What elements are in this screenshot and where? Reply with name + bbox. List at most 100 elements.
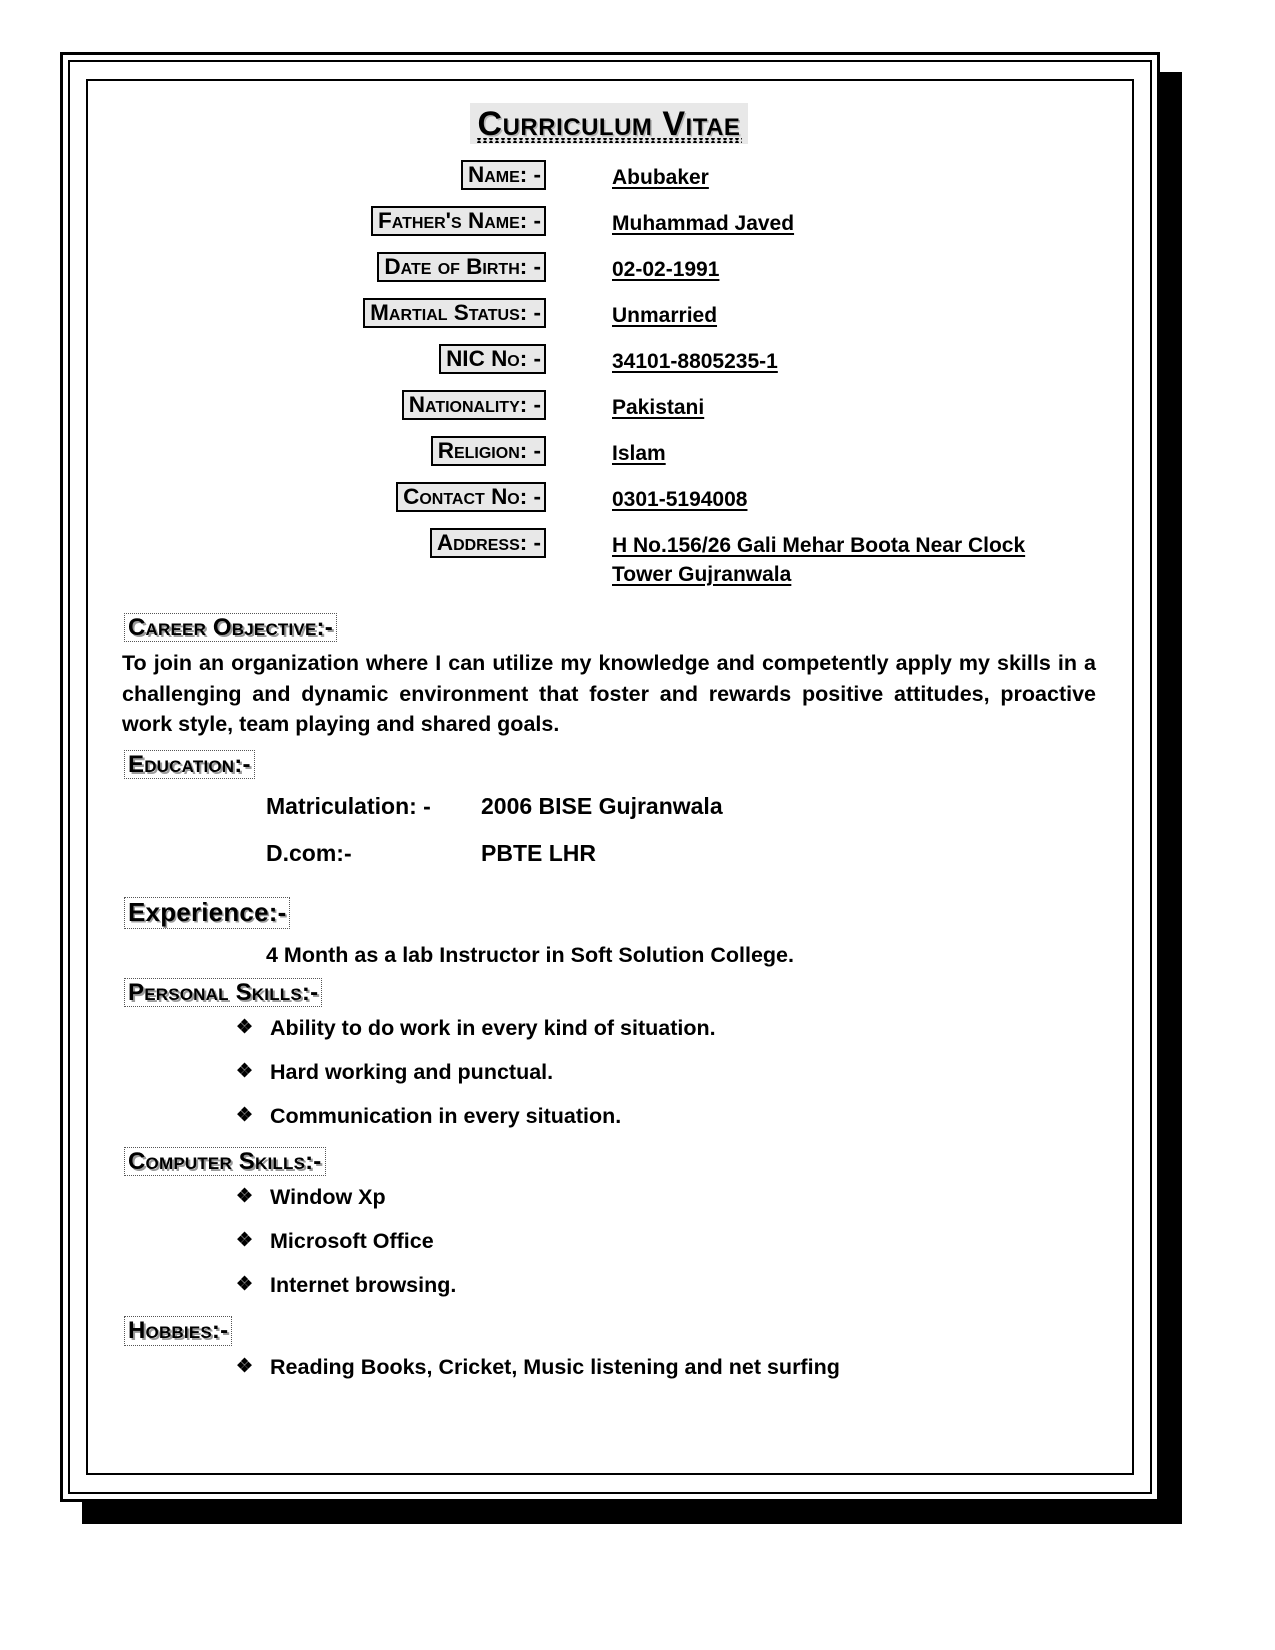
- info-label-cell: Address: -: [116, 527, 546, 603]
- table-row: Name: - Abubaker: [116, 160, 1102, 206]
- experience-detail: 4 Month as a lab Instructor in Soft Solu…: [266, 942, 794, 967]
- list-item: ❖ Hard working and punctual.: [236, 1059, 1102, 1087]
- list-item: ❖ Window Xp: [236, 1184, 1102, 1212]
- personal-skills-heading-row: Personal Skills:-: [124, 977, 1102, 1008]
- diamond-bullet-icon: ❖: [236, 1355, 254, 1377]
- education-heading-row: Education:-: [124, 749, 1102, 780]
- info-value-cell: 0301-5194008: [546, 482, 1102, 528]
- page-shadow-right: [1160, 72, 1182, 1524]
- education-degree: Matriculation: -: [266, 793, 431, 820]
- info-value-cell: Abubaker: [546, 160, 1102, 206]
- title-container: Curriculum Vitae: [116, 103, 1102, 145]
- info-value-cell: Unmarried: [546, 298, 1102, 344]
- table-row: Father's Name: - Muhammad Javed: [116, 206, 1102, 252]
- value-date-of-birth: 02-02-1991: [612, 258, 720, 282]
- label-martial-status: Martial Status: -: [363, 297, 546, 329]
- value-address: H No.156/26 Gali Mehar Boota Near Clock T…: [612, 532, 1102, 590]
- info-value-cell: Islam: [546, 436, 1102, 482]
- table-row: D.com:- PBTE LHR: [266, 840, 723, 887]
- section-heading-career-objective: Career Objective:-: [124, 612, 337, 643]
- label-nic-no: NIC No: -: [439, 343, 546, 375]
- section-heading-experience: Experience:-: [124, 897, 291, 929]
- hobbies-list: ❖ Reading Books, Cricket, Music listenin…: [116, 1354, 1102, 1382]
- diamond-bullet-icon: ❖: [236, 1274, 254, 1296]
- address-line-2: Tower Gujranwala: [612, 562, 792, 586]
- education-degree: D.com:-: [266, 840, 352, 867]
- list-item: ❖ Internet browsing.: [236, 1272, 1102, 1300]
- personal-skill-text: Ability to do work in every kind of situ…: [270, 1016, 716, 1041]
- label-nationality: Nationality: -: [401, 389, 546, 421]
- personal-skill-text: Communication in every situation.: [270, 1104, 622, 1129]
- diamond-bullet-icon: ❖: [236, 1105, 254, 1127]
- value-religion: Islam: [612, 441, 666, 465]
- list-item: ❖ Communication in every situation.: [236, 1103, 1102, 1131]
- table-row: Matriculation: - 2006 BISE Gujranwala: [266, 793, 723, 840]
- value-nationality: Pakistani: [612, 395, 705, 419]
- info-label-cell: Contact No: -: [116, 481, 546, 528]
- personal-skills-list: ❖ Ability to do work in every kind of si…: [116, 1015, 1102, 1131]
- diamond-bullet-icon: ❖: [236, 1186, 254, 1208]
- wavy-underline-decoration: [475, 138, 743, 144]
- list-item: ❖ Reading Books, Cricket, Music listenin…: [236, 1354, 1102, 1382]
- page-title: Curriculum Vitae: [469, 103, 749, 145]
- computer-skills-list: ❖ Window Xp ❖ Microsoft Office ❖ Interne…: [116, 1184, 1102, 1300]
- info-value-cell: 02-02-1991: [546, 252, 1102, 298]
- computer-skill-text: Microsoft Office: [270, 1229, 434, 1254]
- computer-skill-text: Window Xp: [270, 1185, 386, 1210]
- value-fathers-name: Muhammad Javed: [612, 212, 795, 236]
- info-value-cell: 34101-8805235-1: [546, 344, 1102, 390]
- info-label-cell: NIC No: -: [116, 343, 546, 390]
- education-table: Matriculation: - 2006 BISE Gujranwala D.…: [266, 793, 723, 887]
- label-religion: Religion: -: [430, 435, 546, 467]
- info-value-cell: Pakistani: [546, 390, 1102, 436]
- table-row: Religion: - Islam: [116, 435, 1102, 482]
- info-label-cell: Date of Birth: -: [116, 252, 546, 298]
- list-item: ❖ Microsoft Office: [236, 1228, 1102, 1256]
- label-name: Name: -: [460, 160, 546, 191]
- computer-skills-heading-row: Computer Skills:-: [124, 1146, 1102, 1177]
- section-heading-education: Education:-: [124, 749, 255, 780]
- info-value-cell: H No.156/26 Gali Mehar Boota Near Clock T…: [546, 528, 1102, 603]
- career-objective-text: To join an organization where I can util…: [122, 651, 1096, 737]
- section-heading-personal-skills: Personal Skills:-: [124, 977, 323, 1008]
- computer-skill-text: Internet browsing.: [270, 1273, 457, 1298]
- career-objective-heading-row: Career Objective:-: [124, 612, 1102, 643]
- value-nic-no: 34101-8805235-1: [612, 349, 778, 373]
- label-address: Address: -: [429, 527, 546, 559]
- table-row: Date of Birth: - 02-02-1991: [116, 252, 1102, 298]
- education-detail: PBTE LHR: [481, 840, 596, 867]
- diamond-bullet-icon: ❖: [236, 1230, 254, 1252]
- table-row: Nationality: - Pakistani: [116, 389, 1102, 436]
- table-row: Contact No: - 0301-5194008: [116, 481, 1102, 528]
- value-martial-status: Unmarried: [612, 303, 718, 327]
- education-detail: 2006 BISE Gujranwala: [481, 793, 723, 820]
- info-label-cell: Father's Name: -: [116, 206, 546, 252]
- info-label-cell: Nationality: -: [116, 389, 546, 436]
- table-row: Address: - H No.156/26 Gali Mehar Boota …: [116, 527, 1102, 603]
- page-border-outer: Curriculum Vitae Name: - Abubaker Father…: [60, 52, 1160, 1502]
- hobbies-heading-row: Hobbies:-: [124, 1316, 1102, 1346]
- cv-content: Curriculum Vitae Name: - Abubaker Father…: [88, 81, 1132, 1473]
- personal-info-table: Name: - Abubaker Father's Name: - Muhamm…: [116, 160, 1102, 603]
- hobby-text: Reading Books, Cricket, Music listening …: [270, 1354, 840, 1379]
- experience-heading-row: Experience:-: [124, 897, 1102, 929]
- label-contact-no: Contact No: -: [396, 481, 546, 513]
- address-line-1: H No.156/26 Gali Mehar Boota Near Clock: [612, 533, 1026, 557]
- list-item: ❖ Ability to do work in every kind of si…: [236, 1015, 1102, 1043]
- table-row: NIC No: - 34101-8805235-1: [116, 343, 1102, 390]
- info-label-cell: Martial Status: -: [116, 297, 546, 344]
- info-label-cell: Religion: -: [116, 435, 546, 482]
- section-heading-computer-skills: Computer Skills:-: [124, 1146, 326, 1177]
- label-fathers-name: Father's Name: -: [371, 206, 546, 237]
- diamond-bullet-icon: ❖: [236, 1017, 254, 1039]
- diamond-bullet-icon: ❖: [236, 1061, 254, 1083]
- value-contact-no: 0301-5194008: [612, 487, 748, 511]
- cv-page: Curriculum Vitae Name: - Abubaker Father…: [0, 0, 1275, 1650]
- personal-skill-text: Hard working and punctual.: [270, 1060, 554, 1085]
- table-row: Martial Status: - Unmarried: [116, 297, 1102, 344]
- label-date-of-birth: Date of Birth: -: [377, 252, 546, 283]
- page-shadow-bottom: [82, 1502, 1182, 1524]
- page-border-inner: Curriculum Vitae Name: - Abubaker Father…: [86, 79, 1134, 1475]
- info-label-cell: Name: -: [116, 160, 546, 206]
- section-heading-hobbies: Hobbies:-: [124, 1316, 233, 1346]
